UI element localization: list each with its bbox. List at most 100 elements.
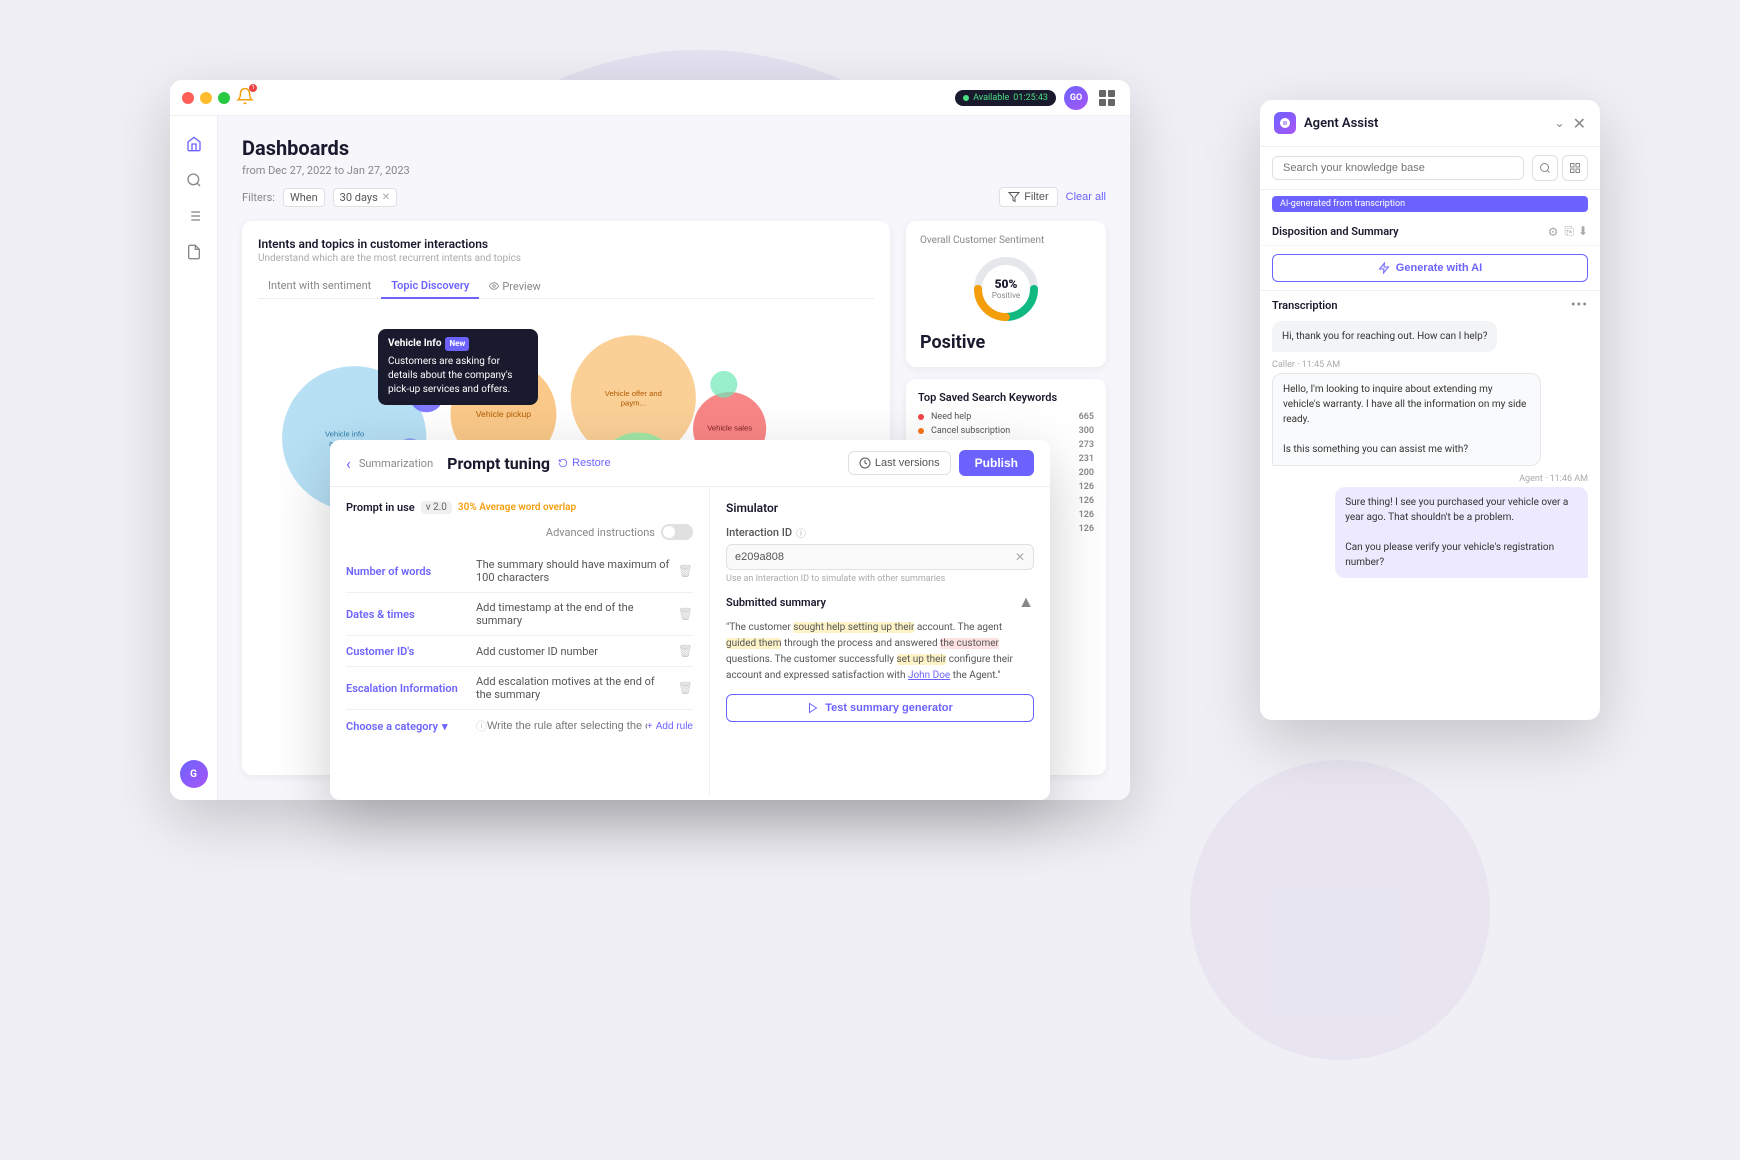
svg-text:Vehicle pickup: Vehicle pickup <box>476 409 532 419</box>
filter-30days-close[interactable]: ✕ <box>382 192 390 203</box>
ap-title: Agent Assist <box>1304 116 1378 131</box>
sidebar-item-search[interactable] <box>178 164 210 196</box>
avatar[interactable]: GO <box>1064 86 1088 110</box>
kw-count: 231 <box>1079 454 1094 464</box>
svg-text:paym...: paym... <box>621 399 646 408</box>
status-text: Available <box>973 93 1009 103</box>
sidebar-item-home[interactable] <box>178 128 210 160</box>
disposition-gear-icon[interactable]: ⚙ <box>1548 225 1559 239</box>
highlight-1: sought help setting up their <box>793 622 914 633</box>
publish-button[interactable]: Publish <box>959 450 1034 476</box>
prompt-left: Prompt in use v 2.0 30% Average word ove… <box>330 487 710 795</box>
interaction-info-icon: ⓘ <box>796 525 806 540</box>
notif-count: 1 <box>249 84 257 92</box>
tab-preview[interactable]: Preview <box>479 274 550 298</box>
filters-label: Filters: <box>242 191 275 204</box>
msg-time-3: Agent · 11:46 AM <box>1519 474 1588 484</box>
copy-icon[interactable]: ⎘ <box>1564 224 1574 239</box>
search-icon-btn-2[interactable] <box>1562 155 1588 181</box>
sidebar-item-list[interactable] <box>178 200 210 232</box>
msg-time-2: Caller · 11:45 AM <box>1272 360 1588 370</box>
add-rule-button[interactable]: + Add rule <box>647 721 693 732</box>
prompt-fields: Number of words The summary should have … <box>346 550 693 710</box>
pf-label: Customer ID's <box>346 645 476 658</box>
pf-delete-icon[interactable]: 🗑 <box>678 564 693 578</box>
pf-delete-icon[interactable]: 🗑 <box>678 644 693 658</box>
status-badge: Available 01:25:43 <box>955 90 1056 106</box>
clear-all-button[interactable]: Clear all <box>1066 191 1106 203</box>
notification-badge[interactable]: 1 <box>236 87 254 109</box>
sidebar: G <box>170 116 218 800</box>
transcription-header: Transcription ••• <box>1272 297 1588 313</box>
overlap-badge: 30% Average word overlap <box>458 502 576 513</box>
clear-interaction-icon[interactable]: ✕ <box>1015 550 1025 564</box>
helper-text: Use an Interaction ID to simulate with o… <box>726 574 1034 584</box>
kw-count: 126 <box>1079 482 1094 492</box>
filter-30days[interactable]: 30 days ✕ <box>333 188 397 207</box>
ap-chevron-icon[interactable]: ⌄ <box>1555 116 1565 130</box>
tab-topic[interactable]: Topic Discovery <box>381 274 479 299</box>
download-icon[interactable]: ⬇ <box>1578 224 1588 239</box>
pf-label: Escalation Information <box>346 682 476 695</box>
prompt-header: ‹ Summarization Prompt tuning Restore La… <box>330 440 1050 487</box>
chat-messages: Hi, thank you for reaching out. How can … <box>1272 321 1588 578</box>
filter-button[interactable]: Filter <box>999 187 1057 207</box>
collapse-icon[interactable]: ▲ <box>1018 592 1034 612</box>
last-versions-button[interactable]: Last versions <box>848 451 951 475</box>
message-1: Hi, thank you for reaching out. How can … <box>1272 321 1497 352</box>
keyword-row: Cancel subscription 300 <box>918 426 1094 436</box>
back-button[interactable]: ‹ <box>346 454 351 473</box>
ap-close-button[interactable]: ✕ <box>1573 114 1586 133</box>
interaction-row: Interaction ID ⓘ <box>726 525 1034 540</box>
prompt-breadcrumb: Summarization <box>359 457 433 470</box>
transcription-menu-icon[interactable]: ••• <box>1571 297 1588 313</box>
ai-badge: AI-generated from transcription <box>1272 196 1588 212</box>
grid-icon[interactable] <box>1096 87 1118 109</box>
prompt-body: Prompt in use v 2.0 30% Average word ove… <box>330 487 1050 795</box>
tl-yellow[interactable] <box>200 92 212 104</box>
tl-green[interactable] <box>218 92 230 104</box>
prompt-title: Prompt tuning <box>447 454 550 473</box>
advanced-toggle[interactable] <box>661 524 693 540</box>
highlight-4: set up their <box>897 654 947 665</box>
kw-count: 126 <box>1079 496 1094 506</box>
bubble-tooltip: Vehicle Info New Customers are asking fo… <box>378 329 538 405</box>
version-tag: v 2.0 <box>421 501 452 514</box>
titlebar-right: Available 01:25:43 GO <box>955 86 1118 110</box>
generate-ai-button[interactable]: Generate with AI <box>1272 254 1588 282</box>
chart-subtitle: Understand which are the most recurrent … <box>258 253 874 264</box>
test-summary-button[interactable]: Test summary generator <box>726 694 1034 722</box>
filter-30days-label: 30 days <box>340 191 378 204</box>
prompt-field: Number of words The summary should have … <box>346 550 693 593</box>
restore-button[interactable]: Restore <box>558 457 611 469</box>
disposition-icons: ⎘ ⬇ <box>1564 224 1588 239</box>
search-icon-btn-1[interactable] <box>1532 155 1558 181</box>
interaction-input[interactable] <box>735 551 1015 563</box>
tab-intent[interactable]: Intent with sentiment <box>258 274 381 299</box>
tl-red[interactable] <box>182 92 194 104</box>
message-2-wrapper: Caller · 11:45 AM Hello, I'm looking to … <box>1272 360 1588 466</box>
sidebar-item-doc[interactable] <box>178 236 210 268</box>
keywords-title: Top Saved Search Keywords <box>918 391 1094 404</box>
help-icon: ⓘ <box>476 718 487 734</box>
status-time: 01:25:43 <box>1013 93 1048 103</box>
name-link: John Doe <box>908 670 950 681</box>
kw-count: 665 <box>1079 412 1094 422</box>
pf-delete-icon[interactable]: 🗑 <box>678 681 693 695</box>
sidebar-avatar[interactable]: G <box>180 760 208 788</box>
agent-panel: Agent Assist ⌄ ✕ AI-generated from trans… <box>1260 100 1600 720</box>
svg-text:Vehicle offer and: Vehicle offer and <box>605 389 662 398</box>
pf-delete-icon[interactable]: 🗑 <box>678 607 693 621</box>
kw-count: 200 <box>1079 468 1094 478</box>
prompt-window: ‹ Summarization Prompt tuning Restore La… <box>330 440 1050 800</box>
category-select[interactable]: Choose a category ▾ <box>346 720 476 733</box>
header-right: Last versions Publish <box>848 450 1034 476</box>
bubble-small-6[interactable] <box>710 371 737 398</box>
chart-tabs: Intent with sentiment Topic Discovery Pr… <box>258 274 874 299</box>
message-3: Sure thing! I see you purchased your veh… <box>1335 487 1588 578</box>
search-input[interactable] <box>1272 156 1524 180</box>
category-input[interactable] <box>487 720 647 732</box>
simulator-title: Simulator <box>726 501 1034 515</box>
date-range: from Dec 27, 2022 to Jan 27, 2023 <box>242 164 1106 177</box>
sidebar-bottom: G <box>180 760 208 788</box>
